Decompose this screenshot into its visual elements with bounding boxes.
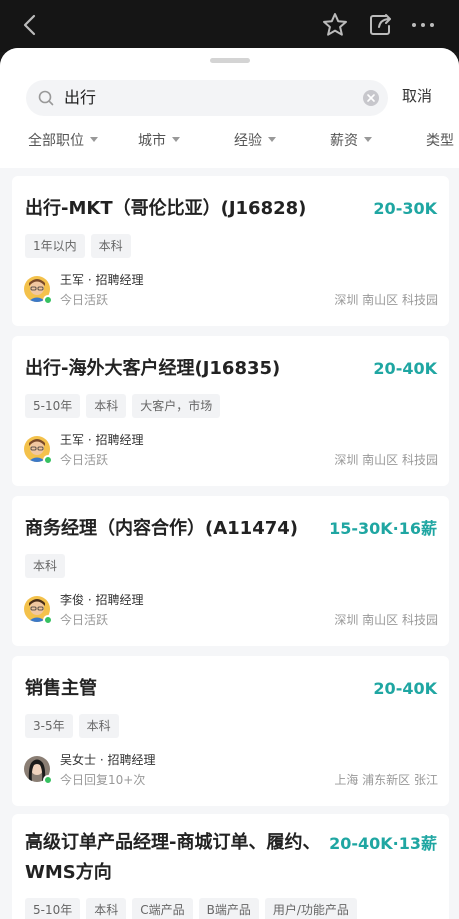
job-title: 出行-海外大客户经理(J16835) [25,358,281,379]
job-tag: 3-5年 [25,714,73,738]
job-location: 深圳 南山区 科技园 [334,293,438,307]
job-title: 销售主管 [25,678,97,699]
sheet-header: 出行 取消 全部职位 城市 经验 薪资 类型 [0,48,459,168]
job-tags: 5-10年 本科 C端产品 B端产品 用户/功能产品 [25,898,357,919]
caret-down-icon [90,136,98,142]
job-tags: 3-5年 本科 [25,714,119,738]
star-icon[interactable] [320,10,350,40]
recruiter-activity: 今日活跃 [60,293,109,307]
back-arrow-icon[interactable] [16,11,44,39]
search-value[interactable]: 出行 [64,88,96,108]
job-salary: 20-40K·13薪 [329,834,437,853]
recruiter-row: 吴女士 · 招聘经理 今日回复10+次 上海 浦东新区 张江 [24,750,438,790]
job-tags: 5-10年 本科 大客户，市场 [25,394,221,418]
top-navigation-bar [0,0,459,52]
filter-salary[interactable]: 薪资 [330,130,372,152]
search-input[interactable]: 出行 [26,80,388,116]
job-tag: 5-10年 [25,898,81,919]
job-location: 深圳 南山区 科技园 [334,453,438,467]
job-card[interactable]: 销售主管 20-40K 3-5年 本科 吴女士 · 招聘经理 今日回复10+次 … [12,656,449,806]
job-tag: 1年以内 [25,234,85,258]
job-title: 高级订单产品经理-商城订单、履约、WMS方向 [25,832,321,883]
job-tag: 本科 [86,898,127,919]
job-tag: 大客户，市场 [132,394,221,418]
drag-handle[interactable] [210,58,250,63]
job-salary: 20-40K [373,359,437,378]
online-status-dot [43,775,53,785]
job-location: 深圳 南山区 科技园 [334,613,438,627]
online-status-dot [43,615,53,625]
filter-label: 城市 [138,133,166,149]
filter-label: 经验 [234,133,262,149]
filter-type[interactable]: 类型 [426,130,454,152]
cancel-button[interactable]: 取消 [402,86,432,106]
job-tag: 本科 [25,554,66,578]
filter-label: 薪资 [330,133,358,149]
filter-all-positions[interactable]: 全部职位 [28,130,98,152]
share-icon[interactable] [365,10,395,40]
more-icon[interactable] [408,10,438,40]
job-card[interactable]: 高级订单产品经理-商城订单、履约、WMS方向 20-40K·13薪 5-10年 … [12,814,449,919]
job-card[interactable]: 出行-MKT（哥伦比亚）(J16828) 20-30K 1年以内 本科 王军 ·… [12,176,449,326]
job-salary: 15-30K·16薪 [329,519,437,538]
recruiter-activity: 今日活跃 [60,613,109,627]
job-salary: 20-40K [373,679,437,698]
recruiter-row: 王军 · 招聘经理 今日活跃 深圳 南山区 科技园 [24,430,438,470]
job-card[interactable]: 出行-海外大客户经理(J16835) 20-40K 5-10年 本科 大客户，市… [12,336,449,486]
recruiter-row: 李俊 · 招聘经理 今日活跃 深圳 南山区 科技园 [24,590,438,630]
job-title: 出行-MKT（哥伦比亚）(J16828) [25,198,307,219]
recruiter-name: 王军 · 招聘经理 [60,433,144,447]
caret-down-icon [364,136,372,142]
recruiter-name: 吴女士 · 招聘经理 [60,753,156,767]
recruiter-name: 王军 · 招聘经理 [60,273,144,287]
search-icon [38,90,54,106]
recruiter-row: 王军 · 招聘经理 今日活跃 深圳 南山区 科技园 [24,270,438,310]
online-status-dot [43,455,53,465]
clear-icon[interactable] [362,89,380,107]
job-tag: B端产品 [198,898,259,919]
caret-down-icon [172,136,180,142]
job-tag: C端产品 [132,898,193,919]
job-tag: 用户/功能产品 [264,898,357,919]
job-tags: 本科 [25,554,66,578]
job-tag: 本科 [86,394,127,418]
filter-label: 全部职位 [28,133,84,149]
job-tag: 本科 [78,714,119,738]
recruiter-activity: 今日活跃 [60,453,109,467]
recruiter-activity: 今日回复10+次 [60,773,146,787]
job-tags: 1年以内 本科 [25,234,131,258]
filter-bar: 全部职位 城市 经验 薪资 类型 [0,130,459,158]
job-title: 商务经理（内容合作）(A11474) [25,518,299,539]
job-card[interactable]: 商务经理（内容合作）(A11474) 15-30K·16薪 本科 李俊 · 招聘… [12,496,449,646]
job-salary: 20-30K [373,199,437,218]
job-tag: 5-10年 [25,394,81,418]
search-results-sheet: 出行 取消 全部职位 城市 经验 薪资 类型 出行-MKT（哥伦比亚）(J168… [0,48,459,919]
job-tag: 本科 [90,234,131,258]
filter-label: 类型 [426,133,454,149]
job-location: 上海 浦东新区 张江 [334,773,438,787]
filter-city[interactable]: 城市 [138,130,180,152]
recruiter-name: 李俊 · 招聘经理 [60,593,144,607]
filter-experience[interactable]: 经验 [234,130,276,152]
caret-down-icon [268,136,276,142]
online-status-dot [43,295,53,305]
